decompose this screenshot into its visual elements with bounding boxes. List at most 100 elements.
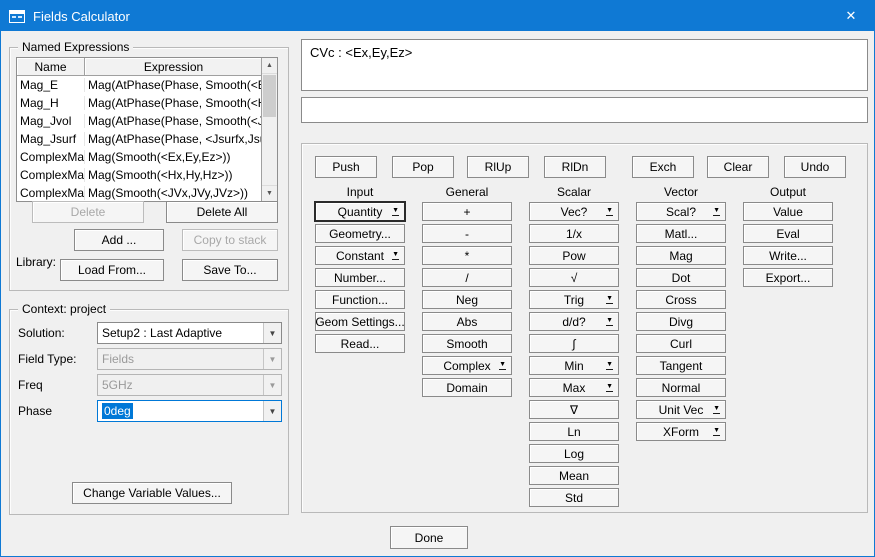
minus-button[interactable]: -	[422, 224, 512, 243]
derivative-button[interactable]: d/d?▼	[529, 312, 619, 331]
dropdown-icon: ▼	[606, 362, 613, 370]
clear-button[interactable]: Clear	[707, 156, 769, 178]
combo-dropdown-icon[interactable]: ▼	[263, 401, 281, 421]
pop-button[interactable]: Pop	[392, 156, 454, 178]
cell-name: Mag_E	[17, 78, 85, 92]
field-type-label: Field Type:	[18, 352, 76, 366]
mean-button[interactable]: Mean	[529, 466, 619, 485]
close-button[interactable]: ✕	[828, 1, 874, 31]
phase-select[interactable]: 0deg ▼	[97, 400, 282, 422]
stack-top-entry[interactable]: CVc : <Ex,Ey,Ez>	[310, 45, 412, 60]
dropdown-icon: ▼	[713, 428, 720, 436]
cell-expression: Mag(Smooth(<Ex,Ey,Ez>))	[85, 150, 263, 164]
multiply-button[interactable]: *	[422, 246, 512, 265]
complex-button[interactable]: Complex▼	[422, 356, 512, 375]
max-button[interactable]: Max▼	[529, 378, 619, 397]
title-bar[interactable]: Fields Calculator ✕	[1, 1, 874, 31]
save-to-button[interactable]: Save To...	[182, 259, 278, 281]
tangent-button[interactable]: Tangent	[636, 356, 726, 375]
context-group: Context: project Solution: Setup2 : Last…	[9, 309, 289, 515]
mag-button[interactable]: Mag	[636, 246, 726, 265]
abs-button[interactable]: Abs	[422, 312, 512, 331]
stack-display[interactable]: CVc : <Ex,Ey,Ez>	[301, 39, 868, 91]
table-scrollbar[interactable]: ▲ ▼	[261, 58, 277, 201]
table-row[interactable]: ComplexMa... Mag(Smooth(<Ex,Ey,Ez>))	[17, 148, 277, 166]
std-button[interactable]: Std	[529, 488, 619, 507]
delete-all-button[interactable]: Delete All	[166, 201, 278, 223]
change-variable-values-button[interactable]: Change Variable Values...	[72, 482, 232, 504]
freq-select: 5GHz ▼	[97, 374, 282, 396]
column-header-name[interactable]: Name	[17, 58, 85, 76]
function-button[interactable]: Function...	[315, 290, 405, 309]
cell-expression: Mag(AtPhase(Phase, Smooth(<Ex,E...	[85, 78, 263, 92]
plus-button[interactable]: +	[422, 202, 512, 221]
reciprocal-button[interactable]: 1/x	[529, 224, 619, 243]
divide-button[interactable]: /	[422, 268, 512, 287]
min-button[interactable]: Min▼	[529, 356, 619, 375]
nabla-button[interactable]: ∇	[529, 400, 619, 419]
delete-button: Delete	[32, 201, 144, 223]
scroll-up-icon[interactable]: ▲	[262, 58, 277, 74]
solution-select[interactable]: Setup2 : Last Adaptive ▼	[97, 322, 282, 344]
constant-button[interactable]: Constant▼	[315, 246, 405, 265]
sqrt-button[interactable]: √	[529, 268, 619, 287]
neg-button[interactable]: Neg	[422, 290, 512, 309]
cell-name: Mag_H	[17, 96, 85, 110]
write-button[interactable]: Write...	[743, 246, 833, 265]
unit-vec-button[interactable]: Unit Vec▼	[636, 400, 726, 419]
log-button[interactable]: Log	[529, 444, 619, 463]
scrollbar-thumb[interactable]	[263, 75, 276, 117]
field-type-select: Fields ▼	[97, 348, 282, 370]
stack-secondary-display[interactable]	[301, 97, 868, 123]
add-button[interactable]: Add ...	[74, 229, 164, 251]
cell-name: ComplexMa...	[17, 150, 85, 164]
done-button[interactable]: Done	[390, 526, 468, 549]
table-row[interactable]: ComplexMa... Mag(Smooth(<JVx,JVy,JVz>))	[17, 184, 277, 202]
geom-settings-button[interactable]: Geom Settings...	[315, 312, 405, 331]
curl-button[interactable]: Curl	[636, 334, 726, 353]
vec-button[interactable]: Vec?▼	[529, 202, 619, 221]
named-expressions-table[interactable]: Name Expression Mag_E Mag(AtPhase(Phase,…	[16, 57, 278, 202]
table-row[interactable]: Mag_Jvol Mag(AtPhase(Phase, Smooth(<JVx,…	[17, 112, 277, 130]
exch-button[interactable]: Exch	[632, 156, 694, 178]
integral-button[interactable]: ∫	[529, 334, 619, 353]
table-row[interactable]: Mag_E Mag(AtPhase(Phase, Smooth(<Ex,E...	[17, 76, 277, 94]
quantity-button[interactable]: Quantity▼	[315, 202, 405, 221]
divg-button[interactable]: Divg	[636, 312, 726, 331]
matl-button[interactable]: Matl...	[636, 224, 726, 243]
rlup-button[interactable]: RlUp	[467, 156, 529, 178]
table-row[interactable]: Mag_H Mag(AtPhase(Phase, Smooth(<Hx,H...	[17, 94, 277, 112]
number-button[interactable]: Number...	[315, 268, 405, 287]
scal-button[interactable]: Scal?▼	[636, 202, 726, 221]
read-button[interactable]: Read...	[315, 334, 405, 353]
export-button[interactable]: Export...	[743, 268, 833, 287]
table-row[interactable]: ComplexMa... Mag(Smooth(<Hx,Hy,Hz>))	[17, 166, 277, 184]
domain-button[interactable]: Domain	[422, 378, 512, 397]
dropdown-icon: ▼	[392, 252, 399, 260]
normal-button[interactable]: Normal	[636, 378, 726, 397]
scroll-down-icon[interactable]: ▼	[262, 185, 277, 201]
push-button[interactable]: Push	[315, 156, 377, 178]
cross-button[interactable]: Cross	[636, 290, 726, 309]
geometry-button[interactable]: Geometry...	[315, 224, 405, 243]
general-column: + - * / Neg Abs Smooth Complex▼ Domain	[422, 202, 512, 397]
rldn-button[interactable]: RlDn	[544, 156, 606, 178]
undo-button[interactable]: Undo	[784, 156, 846, 178]
load-from-button[interactable]: Load From...	[60, 259, 164, 281]
ln-button[interactable]: Ln	[529, 422, 619, 441]
solution-label: Solution:	[18, 326, 65, 340]
table-row[interactable]: Mag_Jsurf Mag(AtPhase(Phase, <Jsurfx,Jsu…	[17, 130, 277, 148]
xform-button[interactable]: XForm▼	[636, 422, 726, 441]
combo-dropdown-icon[interactable]: ▼	[263, 323, 281, 343]
column-header-expression[interactable]: Expression	[85, 58, 263, 76]
value-button[interactable]: Value	[743, 202, 833, 221]
dropdown-icon: ▼	[713, 406, 720, 414]
pow-button[interactable]: Pow	[529, 246, 619, 265]
smooth-button[interactable]: Smooth	[422, 334, 512, 353]
trig-button[interactable]: Trig▼	[529, 290, 619, 309]
eval-button[interactable]: Eval	[743, 224, 833, 243]
dropdown-icon: ▼	[606, 384, 613, 392]
dot-button[interactable]: Dot	[636, 268, 726, 287]
cell-name: Mag_Jvol	[17, 114, 85, 128]
cell-name: ComplexMa...	[17, 186, 85, 200]
